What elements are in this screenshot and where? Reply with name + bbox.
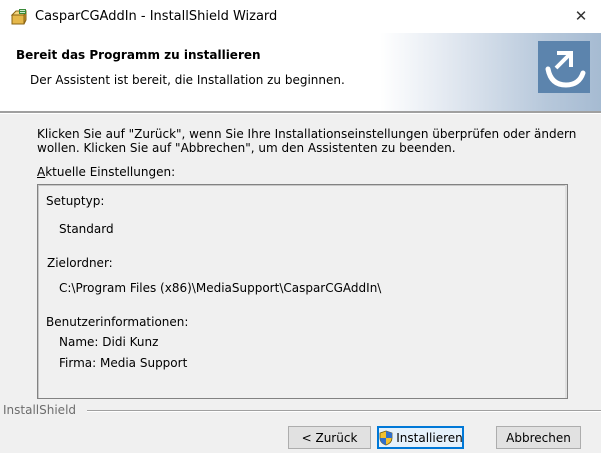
target-folder-label: Zielordner: bbox=[47, 256, 113, 270]
install-button-label: Installieren bbox=[396, 430, 463, 445]
user-name: Name: Didi Kunz bbox=[59, 335, 159, 349]
settings-label-accelerator: A bbox=[37, 165, 46, 179]
installshield-brand: InstallShield bbox=[3, 403, 77, 417]
settings-label: Aktuelle Einstellungen: bbox=[37, 165, 175, 179]
uac-shield-icon bbox=[378, 430, 394, 446]
header-banner: Bereit das Programm zu installieren Der … bbox=[0, 33, 601, 111]
back-button-label: < Zurück bbox=[301, 430, 358, 445]
setup-type-label: Setuptyp: bbox=[46, 194, 105, 208]
cancel-button[interactable]: Abbrechen bbox=[496, 426, 581, 449]
page-title: Bereit das Programm zu installieren bbox=[16, 48, 261, 62]
install-button[interactable]: Installieren bbox=[377, 426, 464, 449]
instructions-line-1: Klicken Sie auf "Zurück", wenn Sie Ihre … bbox=[37, 127, 577, 141]
settings-summary-box[interactable]: Setuptyp: Standard Zielordner: C:\Progra… bbox=[37, 184, 568, 399]
settings-scrollbar[interactable] bbox=[565, 185, 567, 398]
cancel-button-label: Abbrechen bbox=[506, 430, 571, 445]
back-button[interactable]: < Zurück bbox=[288, 426, 371, 449]
settings-label-text: ktuelle Einstellungen: bbox=[45, 165, 176, 179]
installshield-wizard-window: CasparCGAddIn - InstallShield Wizard ✕ B… bbox=[0, 0, 601, 453]
close-icon: ✕ bbox=[574, 7, 588, 25]
instructions-line-2: wollen. Klicken Sie auf "Abbrechen", um … bbox=[37, 141, 456, 155]
installer-box-icon bbox=[10, 8, 28, 26]
installshield-arrow-icon bbox=[538, 41, 590, 93]
user-company: Firma: Media Support bbox=[59, 356, 188, 370]
footer-divider bbox=[87, 410, 601, 412]
header-divider bbox=[0, 111, 601, 114]
setup-type-value: Standard bbox=[59, 222, 114, 236]
title-bar[interactable]: CasparCGAddIn - InstallShield Wizard ✕ bbox=[0, 0, 601, 33]
close-button[interactable]: ✕ bbox=[561, 0, 601, 33]
user-info-label: Benutzerinformationen: bbox=[46, 315, 189, 329]
page-subtitle: Der Assistent ist bereit, die Installati… bbox=[30, 73, 345, 87]
instructions-text: Klicken Sie auf "Zurück", wenn Sie Ihre … bbox=[37, 127, 577, 155]
target-folder-value: C:\Program Files (x86)\MediaSupport\Casp… bbox=[59, 281, 382, 295]
window-title: CasparCGAddIn - InstallShield Wizard bbox=[35, 9, 278, 24]
